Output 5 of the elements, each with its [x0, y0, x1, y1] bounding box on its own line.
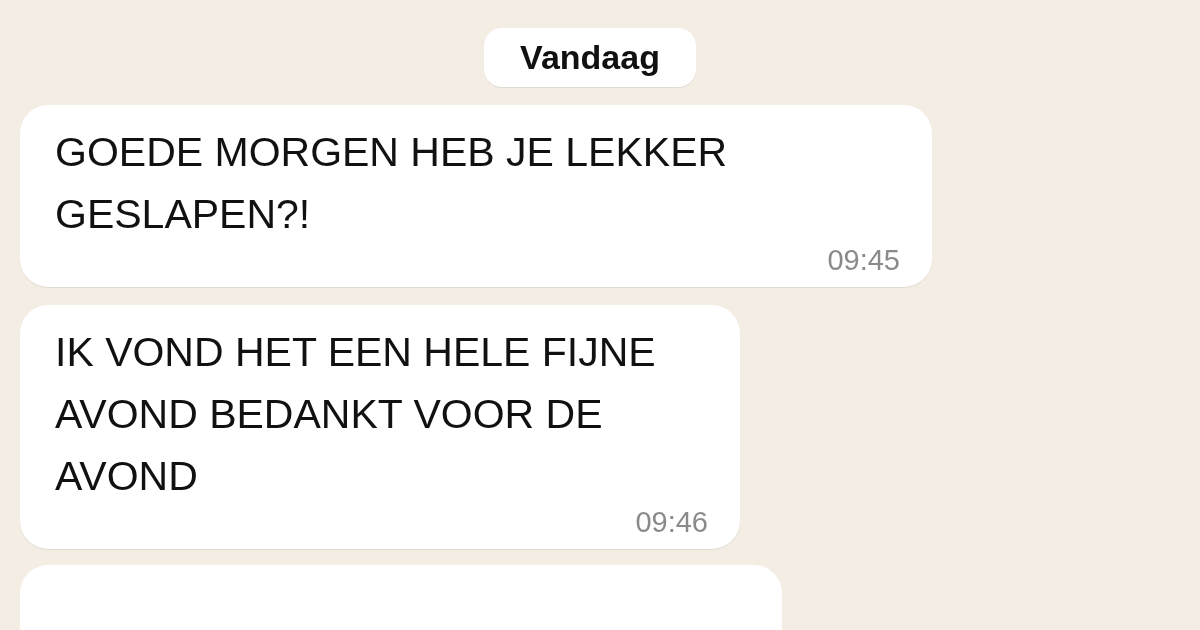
date-separator: Vandaag [484, 28, 696, 87]
message-time: 09:46 [635, 507, 708, 537]
message-time: 09:45 [827, 245, 900, 275]
message-text: IK VOND HET EEN HELE FIJNE AVOND BEDANKT VOOR DE AVOND [55, 328, 657, 501]
message-text: GOEDE MORGEN HEB JE LEKKER GESLAPEN?! [55, 128, 729, 239]
